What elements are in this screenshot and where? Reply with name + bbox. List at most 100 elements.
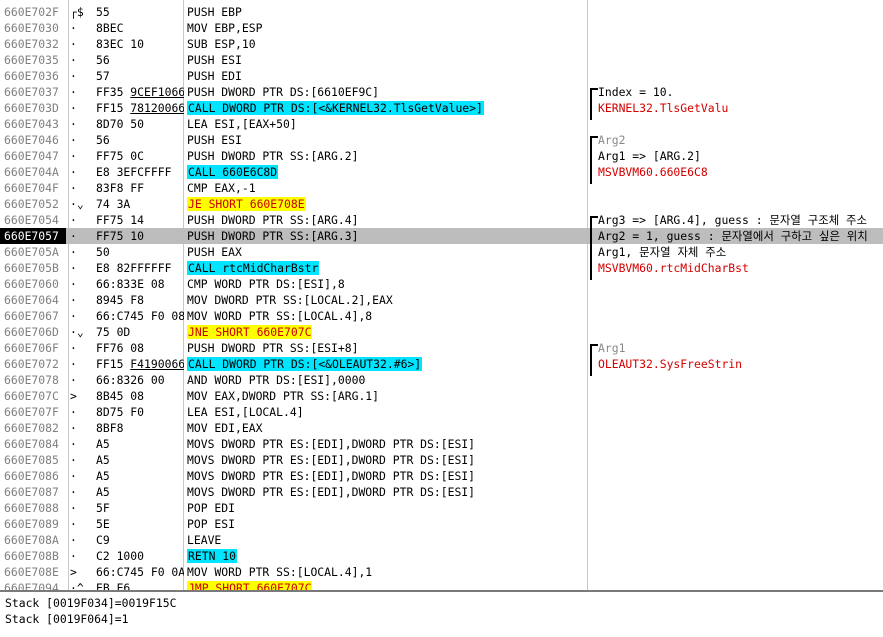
disasm-row[interactable]: 660E7057 · FF75 10 PUSH DWORD PTR SS:[ARG.3…: [0, 228, 883, 244]
row-comment: [598, 196, 883, 212]
disasm-row[interactable]: 660E7043 · 8D70 50 LEA ESI,[EAX+50]: [0, 116, 883, 132]
disasm-row[interactable]: 660E7084 · A5 MOVS DWORD PTR ES:[EDI],DWORD…: [0, 436, 883, 452]
instruction-text: CMP WORD PTR DS:[ESI],8: [187, 277, 345, 291]
row-hex-bytes: C2 1000: [96, 549, 145, 563]
row-hex-bytes: FF15 F4190066: [96, 357, 184, 371]
instruction-text: MOVS DWORD PTR ES:[EDI],DWORD PTR DS:[ES…: [187, 469, 476, 483]
row-flow-marker: ·: [70, 229, 77, 243]
row-instruction: MOVS DWORD PTR ES:[EDI],DWORD PTR DS:[ES…: [187, 468, 585, 484]
row-instruction: POP ESI: [187, 516, 585, 532]
disasm-row[interactable]: 660E702F ┌$ 55 PUSH EBP: [0, 4, 883, 20]
row-instruction: PUSH DWORD PTR DS:[6610EF9C]: [187, 84, 585, 100]
status-line-2: Stack [0019F064]=1: [5, 612, 129, 626]
row-flow-marker: ·: [70, 373, 77, 387]
row-comment: [598, 532, 883, 548]
disasm-row[interactable]: 660E707F · 8D75 F0 LEA ESI,[LOCAL.4]: [0, 404, 883, 420]
disasm-row[interactable]: 660E7035 · 56 PUSH ESI: [0, 52, 883, 68]
row-comment: [598, 52, 883, 68]
disasm-row[interactable]: 660E7089 · 5E POP ESI: [0, 516, 883, 532]
disasm-row[interactable]: 660E7088 · 5F POP EDI: [0, 500, 883, 516]
row-hex-bytes: A5: [96, 485, 110, 499]
disasm-row[interactable]: 660E704F · 83F8 FF CMP EAX,-1: [0, 180, 883, 196]
row-comment: [598, 68, 883, 84]
row-instruction: CALL DWORD PTR DS:[<&KERNEL32.TlsGetValu…: [187, 100, 585, 116]
row-comment: MSVBVM60.660E6C8: [598, 164, 883, 180]
disasm-row[interactable]: 660E708E >66:C745 F0 0A MOV WORD PTR SS:[L…: [0, 564, 883, 580]
row-instruction: MOV EAX,DWORD PTR SS:[ARG.1]: [187, 388, 585, 404]
row-comment: MSVBVM60.rtcMidCharBst: [598, 260, 883, 276]
row-instruction: POP EDI: [187, 500, 585, 516]
disasm-row[interactable]: 660E703D · FF15 78120066 CALL DWORD PTR DS:…: [0, 100, 883, 116]
disasm-row[interactable]: 660E7052 ·⌄ 74 3A JE SHORT 660E708E: [0, 196, 883, 212]
row-address: 660E704F: [4, 181, 59, 195]
row-instruction: LEA ESI,[EAX+50]: [187, 116, 585, 132]
row-hex-bytes: EB E6: [96, 581, 131, 590]
row-instruction: MOV WORD PTR SS:[LOCAL.4],1: [187, 564, 585, 580]
disasm-row[interactable]: 660E708A · C9 LEAVE: [0, 532, 883, 548]
row-comment: [598, 20, 883, 36]
status-line-1: Stack [0019F034]=0019F15C: [5, 596, 177, 610]
row-flow-marker: ·: [70, 53, 77, 67]
disasm-row[interactable]: 660E7047 · FF75 0C PUSH DWORD PTR SS:[ARG.2…: [0, 148, 883, 164]
row-address: 660E7035: [4, 53, 59, 67]
disasm-row[interactable]: 660E706D ·⌄ 75 0D JNE SHORT 660E707C: [0, 324, 883, 340]
instruction-text: MOV EAX,DWORD PTR SS:[ARG.1]: [187, 389, 380, 403]
disasm-row[interactable]: 660E706F · FF76 08 PUSH DWORD PTR SS:[ESI+8…: [0, 340, 883, 356]
disasm-row[interactable]: 660E707C >8B45 08 MOV EAX,DWORD PTR SS:[AR…: [0, 388, 883, 404]
row-flow-marker: ·: [70, 469, 77, 483]
disasm-row[interactable]: 660E7032 · 83EC 10 SUB ESP,10: [0, 36, 883, 52]
disasm-row[interactable]: 660E7046 · 56 PUSH ESI Arg2: [0, 132, 883, 148]
disasm-row[interactable]: 660E7067 · 66:C745 F0 08 MOV WORD PTR SS:[L…: [0, 308, 883, 324]
disasm-row[interactable]: 660E7072 · FF15 F4190066 CALL DWORD PTR DS:…: [0, 356, 883, 372]
disasm-row[interactable]: 660E708B · C2 1000 RETN 10: [0, 548, 883, 564]
row-hex-bytes: 56: [96, 133, 110, 147]
row-flow-marker: >: [70, 389, 77, 403]
row-flow-marker: ·: [70, 149, 77, 163]
row-instruction: PUSH EBP: [187, 4, 585, 20]
disasm-row[interactable]: 660E7060 · 66:833E 08 CMP WORD PTR DS:[ESI]…: [0, 276, 883, 292]
disasm-row[interactable]: 660E7094 ·^ EB E6 JMP SHORT 660E707C: [0, 580, 883, 590]
row-address: 660E708E: [4, 565, 59, 579]
disasm-row[interactable]: 660E7036 · 57 PUSH EDI: [0, 68, 883, 84]
row-hex-bytes: A5: [96, 437, 110, 451]
row-address: 660E7052: [4, 197, 59, 211]
row-instruction: PUSH DWORD PTR SS:[ARG.4]: [187, 212, 585, 228]
row-address: 660E7067: [4, 309, 59, 323]
disasm-row[interactable]: 660E705B · E8 82FFFFFF CALL rtcMidCharBstr M…: [0, 260, 883, 276]
row-flow-marker: ·: [70, 533, 77, 547]
row-comment: [598, 580, 883, 590]
disasm-row[interactable]: 660E7078 · 66:8326 00 AND WORD PTR DS:[ESI]…: [0, 372, 883, 388]
disasm-row[interactable]: 660E705A · 50 PUSH EAX Arg1, 문자열 자체 주소: [0, 244, 883, 260]
row-address: 660E7043: [4, 117, 59, 131]
row-comment: [598, 292, 883, 308]
row-instruction: MOV EBP,ESP: [187, 20, 585, 36]
disasm-row[interactable]: 660E7037 · FF35 9CEF1066 PUSH DWORD PTR DS:…: [0, 84, 883, 100]
disasm-row[interactable]: 660E7082 · 8BF8 MOV EDI,EAX: [0, 420, 883, 436]
disasm-row[interactable]: 660E7085 · A5 MOVS DWORD PTR ES:[EDI],DWORD…: [0, 452, 883, 468]
disasm-row[interactable]: 660E7086 · A5 MOVS DWORD PTR ES:[EDI],DWORD…: [0, 468, 883, 484]
instruction-call-highlight: CALL rtcMidCharBstr: [187, 261, 320, 275]
comment-function-name: OLEAUT32.SysFreeStrin: [598, 357, 743, 371]
comment-bracket: [590, 216, 598, 280]
row-hex-bytes: FF75 10: [96, 229, 145, 243]
disasm-row[interactable]: 660E7087 · A5 MOVS DWORD PTR ES:[EDI],DWORD…: [0, 484, 883, 500]
row-hex-bytes: 50: [96, 245, 110, 259]
row-address: 660E708A: [4, 533, 59, 547]
comment-text: Arg2: [598, 133, 626, 147]
row-flow-marker: ·: [70, 261, 77, 275]
row-hex-bytes: C9: [96, 533, 110, 547]
row-address: 660E7054: [4, 213, 59, 227]
disasm-row[interactable]: 660E704A · E8 3EFCFFFF CALL 660E6C8D MSVBVM6…: [0, 164, 883, 180]
row-flow-marker: ·⌄: [70, 325, 84, 339]
row-hex-bytes: E8 3EFCFFFF: [96, 165, 172, 179]
instruction-call-highlight: CALL DWORD PTR DS:[<&OLEAUT32.#6>]: [187, 357, 423, 371]
disasm-row[interactable]: 660E7030 · 8BEC MOV EBP,ESP: [0, 20, 883, 36]
comment-text: Arg1 => [ARG.2]: [598, 149, 701, 163]
disasm-row[interactable]: 660E7054 · FF75 14 PUSH DWORD PTR SS:[ARG.4…: [0, 212, 883, 228]
row-instruction: MOV DWORD PTR SS:[LOCAL.2],EAX: [187, 292, 585, 308]
disassembly-pane[interactable]: 660E702F ┌$ 55 PUSH EBP 660E7030 · 8BEC MOV EBP…: [0, 0, 883, 590]
disasm-row[interactable]: 660E7064 · 8945 F8 MOV DWORD PTR SS:[LOCAL.…: [0, 292, 883, 308]
comment-function-name: KERNEL32.TlsGetValu: [598, 101, 729, 115]
row-address: 660E7046: [4, 133, 59, 147]
row-hex-bytes: 57: [96, 69, 110, 83]
